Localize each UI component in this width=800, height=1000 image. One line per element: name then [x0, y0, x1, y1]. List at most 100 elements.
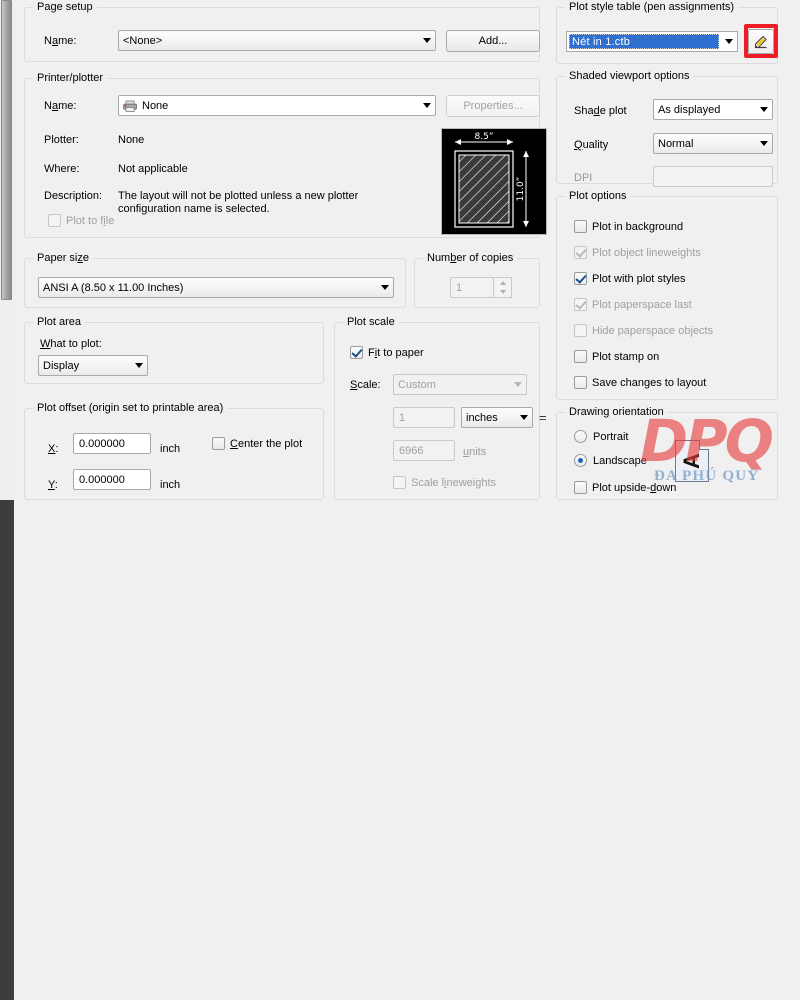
where-label: Where:	[44, 163, 80, 175]
plot-upside-down-label: Plot upside-down	[592, 481, 677, 494]
radio-circle	[574, 454, 587, 467]
page-setup-name-value: <None>	[123, 34, 163, 47]
scale-denominator-unit: units	[463, 446, 487, 458]
center-the-plot-checkbox[interactable]: Center the plot	[212, 437, 302, 450]
checkbox-box	[574, 246, 587, 259]
offset-y-label: Y:	[48, 479, 58, 491]
chevron-down-icon[interactable]	[509, 375, 526, 394]
checkbox-box	[574, 324, 587, 337]
plot-option-label: Plot paperspace last	[592, 298, 692, 311]
plot-scale-legend: Plot scale	[343, 316, 399, 328]
what-to-plot-value: Display	[43, 359, 80, 372]
plot-options-legend: Plot options	[565, 190, 631, 202]
page-icon-letter: A	[679, 453, 704, 469]
copies-legend: Number of copies	[423, 252, 518, 264]
chevron-down-icon[interactable]	[755, 134, 772, 153]
plot-option-label: Plot with plot styles	[592, 272, 686, 285]
what-to-plot-combo[interactable]: Display	[38, 355, 148, 376]
printer-plotter-legend: Printer/plotter	[33, 72, 108, 84]
scale-unit-combo[interactable]: inches	[461, 407, 533, 428]
printer-name-combo[interactable]: None	[118, 95, 436, 116]
plot-option-label: Hide paperspace objects	[592, 324, 714, 337]
plot-style-table-combo[interactable]: Nét in 1.ctb	[566, 31, 738, 52]
plot-upside-down-checkbox[interactable]: Plot upside-down	[574, 481, 676, 494]
red-highlight-box	[744, 24, 778, 58]
description-value: The layout will not be plotted unless a …	[118, 190, 359, 215]
fit-to-paper-checkbox[interactable]: Fit to paper	[350, 346, 424, 359]
offset-x-input[interactable]: 0.000000	[73, 433, 151, 454]
where-value: Not applicable	[118, 163, 188, 175]
what-to-plot-label: What to plot:	[40, 338, 102, 350]
scale-combo[interactable]: Custom	[393, 374, 527, 395]
plot-option-checkbox[interactable]: Plot stamp on	[574, 350, 659, 363]
offset-y-value: 0.000000	[79, 473, 125, 486]
plot-option-label: Plot stamp on	[592, 350, 660, 363]
radio-portrait[interactable]: Portrait	[574, 430, 628, 443]
quality-label: Quality	[574, 139, 609, 151]
copies-input[interactable]: 1	[450, 277, 494, 298]
chevron-down-icon[interactable]	[418, 31, 435, 50]
offset-x-value: 0.000000	[79, 437, 125, 450]
chevron-down-icon[interactable]	[130, 356, 147, 375]
copies-stepper[interactable]	[494, 277, 512, 298]
plot-option-label: Plot object lineweights	[592, 246, 701, 259]
plot-option-checkbox[interactable]: Plot with plot styles	[574, 272, 686, 285]
scale-numerator-input[interactable]: 1	[393, 407, 455, 428]
plot-style-table-legend: Plot style table (pen assignments)	[565, 1, 739, 13]
plot-to-file-checkbox[interactable]: Plot to file	[48, 214, 114, 227]
plot-style-table-value: Nét in 1.ctb	[569, 34, 719, 49]
center-the-plot-label: Center the plot	[230, 437, 303, 450]
chevron-down-icon[interactable]	[376, 278, 393, 297]
scale-numerator-value: 1	[399, 411, 406, 424]
plot-dialog: Page setup Name: <None> Add... Printer/p…	[0, 0, 800, 1000]
page-setup-name-label: Name:	[44, 35, 77, 47]
shade-plot-label: Shade plot	[574, 105, 627, 117]
printer-properties-button[interactable]: Properties...	[446, 95, 540, 117]
left-scrollbar-thumb[interactable]	[1, 0, 12, 300]
plot-option-checkbox[interactable]: Hide paperspace objects	[574, 324, 713, 337]
shade-plot-combo[interactable]: As displayed	[653, 99, 773, 120]
plot-option-checkbox[interactable]: Plot paperspace last	[574, 298, 692, 311]
stepper-up[interactable]	[494, 278, 511, 288]
dpi-label: DPI	[574, 172, 593, 184]
printer-icon	[123, 100, 138, 112]
paper-size-legend: Paper size	[33, 252, 93, 264]
chevron-down-icon[interactable]	[515, 408, 532, 427]
printer-name-label: Name:	[44, 100, 77, 112]
plot-option-label: Save changes to layout	[592, 376, 707, 389]
plotter-value: None	[118, 134, 145, 146]
radio-landscape[interactable]: Landscape	[574, 454, 647, 467]
preview-height-label: 11.0”	[516, 177, 526, 202]
properties-button-label: Properties...	[463, 100, 523, 112]
offset-y-input[interactable]: 0.000000	[73, 469, 151, 490]
offset-y-unit: inch	[160, 479, 181, 491]
add-page-setup-button[interactable]: Add...	[446, 30, 540, 52]
scale-denominator-input[interactable]: 6966	[393, 440, 455, 461]
quality-combo[interactable]: Normal	[653, 133, 773, 154]
page-setup-legend: Page setup	[33, 1, 97, 13]
stepper-down[interactable]	[494, 288, 511, 298]
plot-option-checkbox[interactable]: Plot object lineweights	[574, 246, 701, 259]
shade-plot-value: As displayed	[658, 103, 721, 116]
paper-preview-thumbnail: 8.5” 11.0”	[441, 128, 547, 235]
chevron-down-icon[interactable]	[755, 100, 772, 119]
preview-width-label: 8.5”	[475, 132, 494, 142]
page-setup-name-combo[interactable]: <None>	[118, 30, 436, 51]
plot-area-legend: Plot area	[33, 316, 86, 328]
plot-option-checkbox[interactable]: Plot in background	[574, 220, 683, 233]
right-scrollbar-track[interactable]	[0, 500, 14, 1000]
dpi-input[interactable]	[653, 166, 773, 187]
add-button-label: Add...	[478, 35, 508, 47]
chevron-down-icon[interactable]	[418, 96, 435, 115]
checkbox-box	[574, 481, 587, 494]
scale-lineweights-checkbox[interactable]: Scale lineweights	[393, 476, 496, 489]
paper-size-combo[interactable]: ANSI A (8.50 x 11.00 Inches)	[38, 277, 394, 298]
chevron-down-icon[interactable]	[721, 39, 737, 44]
left-pane: Page setup Name: <None> Add... Printer/p…	[18, 0, 547, 500]
plot-option-checkbox[interactable]: Save changes to layout	[574, 376, 706, 389]
plotter-label: Plotter:	[44, 134, 79, 146]
page-orientation-icon: A	[675, 440, 709, 482]
checkbox-box	[574, 376, 587, 389]
checkbox-box	[212, 437, 225, 450]
checkbox-box	[574, 272, 587, 285]
